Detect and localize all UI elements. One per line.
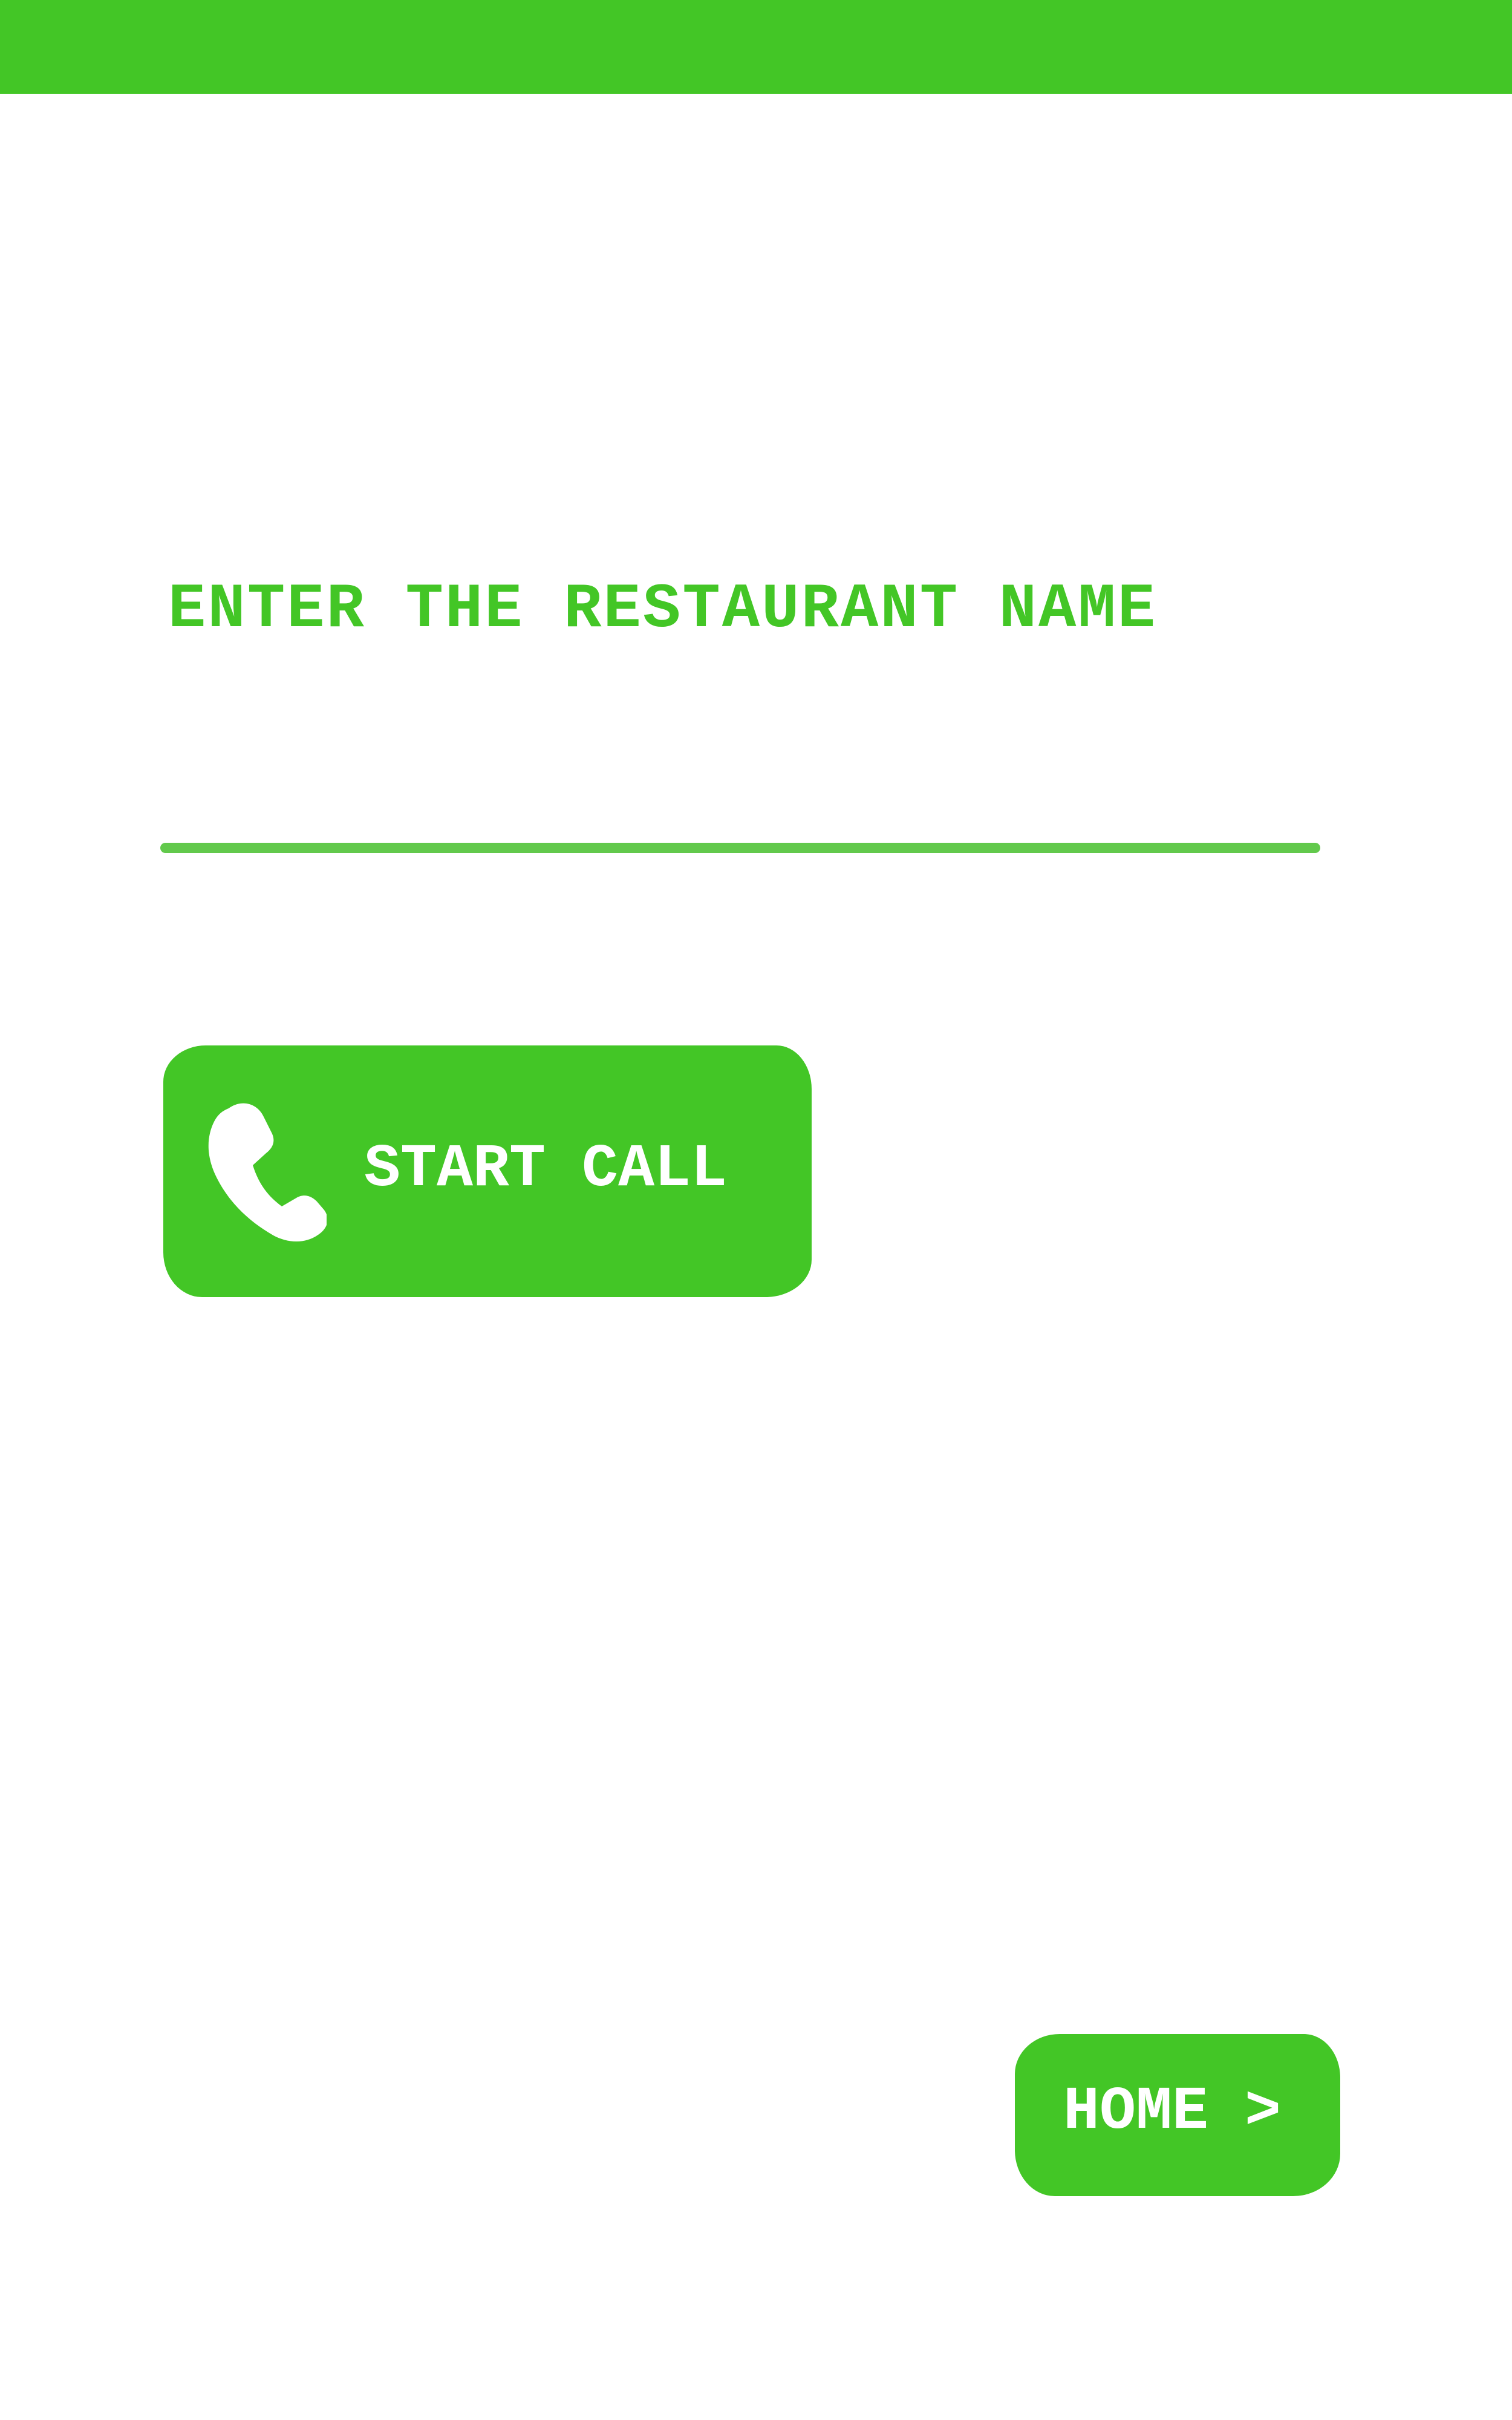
restaurant-name-input[interactable] <box>158 786 1320 845</box>
start-call-button[interactable]: START CALL <box>163 1045 812 1297</box>
app-screen: ENTER THE RESTAURANT NAME START CALL HOM… <box>0 0 1512 2420</box>
home-button[interactable]: HOME > <box>1015 2034 1340 2196</box>
phone-icon <box>208 1103 327 1241</box>
input-underline <box>160 843 1320 853</box>
restaurant-name-prompt: ENTER THE RESTAURANT NAME <box>168 574 1158 646</box>
top-bar <box>0 0 1512 94</box>
home-button-label: HOME > <box>1063 2078 1282 2147</box>
start-call-label: START CALL <box>364 1136 728 1204</box>
